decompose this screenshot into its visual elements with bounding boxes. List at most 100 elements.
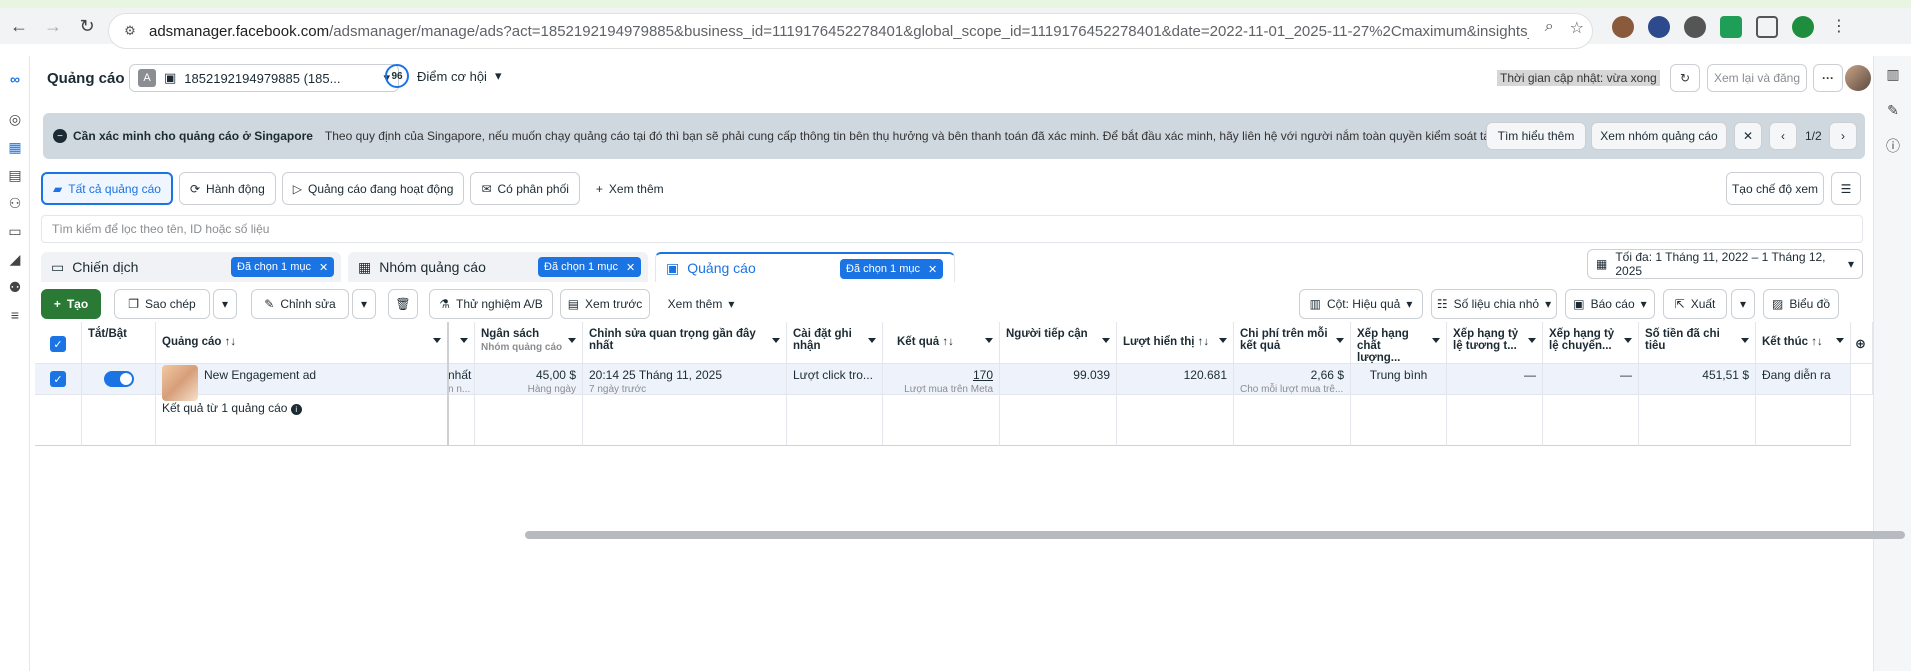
header-impressions[interactable]: Lượt hiển thị ↑↓ bbox=[1117, 322, 1234, 364]
header-last-edit[interactable]: Chỉnh sửa quan trọng gần đây nhất bbox=[583, 322, 787, 364]
ad-toggle[interactable] bbox=[103, 371, 134, 387]
duplicate-dropdown[interactable]: ▾ bbox=[213, 289, 237, 319]
tab-actions[interactable]: ⟳ Hành động bbox=[178, 172, 276, 205]
tab-delivery[interactable]: ✉ Có phân phối bbox=[470, 172, 580, 205]
url-text[interactable]: adsmanager.facebook.com/adsmanager/manag… bbox=[149, 23, 1529, 40]
duplicate-button[interactable]: ❐ Sao chép bbox=[114, 289, 210, 319]
header-engagement-rank[interactable]: Xếp hạng tỷ lệ tương t... bbox=[1447, 322, 1543, 364]
more-options-button[interactable]: ··· bbox=[1813, 64, 1843, 92]
see-more-button[interactable]: Xem thêm ▾ bbox=[657, 289, 745, 319]
horizontal-scrollbar[interactable] bbox=[525, 531, 1905, 539]
date-range-picker[interactable]: ▦ Tối đa: 1 Tháng 11, 2022 – 1 Tháng 12,… bbox=[1587, 249, 1863, 279]
close-icon[interactable]: ✕ bbox=[928, 263, 937, 276]
export-dropdown[interactable]: ▾ bbox=[1731, 289, 1755, 319]
header-results[interactable]: Kết quả ↑↓ bbox=[883, 322, 1000, 364]
bookmark-star-icon[interactable]: ☆ bbox=[1570, 18, 1584, 38]
header-toggle[interactable]: Tắt/Bật bbox=[82, 322, 156, 364]
reload-icon[interactable]: ↻ bbox=[72, 11, 102, 41]
ads-reporting-icon[interactable]: ◢ bbox=[4, 248, 26, 270]
avatar[interactable] bbox=[1845, 65, 1871, 91]
row-checkbox[interactable]: ✓ bbox=[50, 371, 66, 387]
account-overview-icon[interactable]: ◎ bbox=[4, 108, 26, 130]
row-budget-cell[interactable]: 45,00 $ Hàng ngày bbox=[475, 364, 583, 395]
ab-test-button[interactable]: ⚗ Thử nghiệm A/B bbox=[429, 289, 553, 319]
header-attribution[interactable]: Cài đặt ghi nhận bbox=[787, 322, 883, 364]
edit-panel-icon[interactable]: ✎ bbox=[1874, 92, 1911, 128]
chevron-down-icon bbox=[985, 338, 993, 343]
header-budget[interactable]: Ngân sách Nhóm quảng cáo bbox=[475, 322, 583, 364]
extension-green-icon[interactable] bbox=[1720, 16, 1742, 38]
header-reach[interactable]: Người tiếp cận bbox=[1000, 322, 1117, 364]
export-button[interactable]: ⇱ Xuất bbox=[1663, 289, 1727, 319]
search-input[interactable]: Tìm kiếm để lọc theo tên, ID hoặc số liệ… bbox=[41, 215, 1863, 243]
breakdown-button[interactable]: ☷ Số liệu chia nhỏ ▾ bbox=[1431, 289, 1557, 319]
tab-ads[interactable]: ▣ Quảng cáo Đã chọn 1 mục ✕ bbox=[655, 252, 955, 282]
tab-all-ads[interactable]: ▰ Tất cả quảng cáo bbox=[41, 172, 173, 205]
create-button[interactable]: + Tạo bbox=[41, 289, 101, 319]
info-panel-icon[interactable]: ⓘ bbox=[1874, 128, 1911, 164]
prev-page-button[interactable]: ‹ bbox=[1769, 122, 1797, 150]
extension-gray-icon[interactable] bbox=[1684, 16, 1706, 38]
selection-chip[interactable]: Đã chọn 1 mục ✕ bbox=[538, 257, 642, 277]
opportunity-score[interactable]: 96 Điểm cơ hội ▾ bbox=[385, 64, 501, 88]
meta-logo-icon[interactable]: ∞ bbox=[4, 68, 26, 90]
learn-more-button[interactable]: Tìm hiểu thêm bbox=[1486, 122, 1586, 150]
header-quality[interactable]: Xếp hạng chất lượng... bbox=[1351, 322, 1447, 364]
business-settings-icon[interactable]: ⚉ bbox=[4, 276, 26, 298]
audiences-icon[interactable]: ⚇ bbox=[4, 192, 26, 214]
cell-value: 2,66 $ bbox=[1310, 368, 1344, 382]
all-tools-icon[interactable]: ≡ bbox=[4, 304, 26, 326]
header-cost-per-result[interactable]: Chi phí trên mỗi kết quả bbox=[1234, 322, 1351, 364]
preview-button[interactable]: ▤ Xem trước bbox=[560, 289, 650, 319]
extensions-puzzle-icon[interactable] bbox=[1756, 16, 1778, 38]
address-bar[interactable]: ⚙ adsmanager.facebook.com/adsmanager/man… bbox=[108, 13, 1593, 49]
refresh-button[interactable]: ↻ bbox=[1670, 64, 1700, 92]
summary-cell bbox=[1447, 395, 1543, 446]
header-conversion-rank[interactable]: Xếp hạng tỷ lệ chuyển... bbox=[1543, 322, 1639, 364]
billing-icon[interactable]: ▭ bbox=[4, 220, 26, 242]
account-selector[interactable]: A ▣ 1852192194979885 (185... ▾ bbox=[129, 64, 399, 92]
profile-icon[interactable] bbox=[1792, 16, 1814, 38]
delete-button[interactable]: 🗑 bbox=[388, 289, 418, 319]
tab-label: Xem thêm bbox=[608, 181, 664, 196]
review-publish-button[interactable]: Xem lại và đăng bbox=[1707, 64, 1807, 92]
zoom-icon[interactable]: ⌕ bbox=[1545, 18, 1554, 38]
selection-chip[interactable]: Đã chọn 1 mục ✕ bbox=[840, 259, 944, 279]
chart-panel-icon[interactable]: ▥ bbox=[1874, 56, 1911, 92]
select-all-checkbox[interactable]: ✓ bbox=[50, 336, 66, 352]
see-more-filters[interactable]: + Xem thêm bbox=[585, 172, 674, 205]
selection-chip[interactable]: Đã chọn 1 mục ✕ bbox=[231, 257, 335, 277]
forward-icon[interactable]: → bbox=[38, 11, 68, 41]
header-spent[interactable]: Số tiền đã chi tiêu bbox=[1639, 322, 1756, 364]
view-adsets-button[interactable]: Xem nhóm quảng cáo bbox=[1591, 122, 1727, 150]
tab-active-ads[interactable]: ▷ Quảng cáo đang hoạt động bbox=[281, 172, 465, 205]
extension-blue-icon[interactable] bbox=[1648, 16, 1670, 38]
next-page-button[interactable]: › bbox=[1829, 122, 1857, 150]
extension-cookie-icon[interactable] bbox=[1612, 16, 1634, 38]
menu-kebab-icon[interactable]: ⋮ bbox=[1828, 16, 1850, 38]
campaigns-table-icon[interactable]: ▦ bbox=[4, 136, 26, 158]
cell-value: 45,00 $ bbox=[535, 368, 576, 382]
settings-sliders-icon[interactable]: ☰ bbox=[1831, 172, 1861, 205]
results-link[interactable]: 170 bbox=[973, 368, 993, 382]
close-icon[interactable]: ✕ bbox=[626, 261, 635, 274]
row-checkbox-cell: ✓ bbox=[35, 364, 82, 395]
site-info-icon[interactable]: ⚙ bbox=[117, 18, 143, 44]
header-ad-name[interactable]: Quảng cáo ↑↓ bbox=[156, 322, 448, 364]
tab-adsets[interactable]: ▦ Nhóm quảng cáo Đã chọn 1 mục ✕ bbox=[348, 252, 648, 282]
back-icon[interactable]: ← bbox=[4, 11, 34, 41]
header-ends[interactable]: Kết thúc ↑↓ bbox=[1756, 322, 1851, 364]
pages-icon[interactable]: ▤ bbox=[4, 164, 26, 186]
edit-dropdown[interactable]: ▾ bbox=[352, 289, 376, 319]
reports-button[interactable]: ▣ Báo cáo ▾ bbox=[1565, 289, 1655, 319]
edit-button[interactable]: ✎ Chỉnh sửa bbox=[251, 289, 349, 319]
tab-campaigns[interactable]: ▭ Chiến dịch Đã chọn 1 mục ✕ bbox=[41, 252, 341, 282]
create-view-button[interactable]: Tạo chế độ xem bbox=[1726, 172, 1824, 205]
close-icon[interactable]: ✕ bbox=[1734, 122, 1762, 150]
ad-name-link[interactable]: New Engagement ad bbox=[204, 368, 316, 393]
close-icon[interactable]: ✕ bbox=[319, 261, 328, 274]
add-column-button[interactable]: ⊕ bbox=[1851, 322, 1873, 364]
columns-button[interactable]: ▥ Cột: Hiệu quả ▾ bbox=[1299, 289, 1423, 319]
info-icon[interactable]: i bbox=[290, 404, 302, 415]
charts-button[interactable]: ▨ Biểu đồ bbox=[1763, 289, 1839, 319]
